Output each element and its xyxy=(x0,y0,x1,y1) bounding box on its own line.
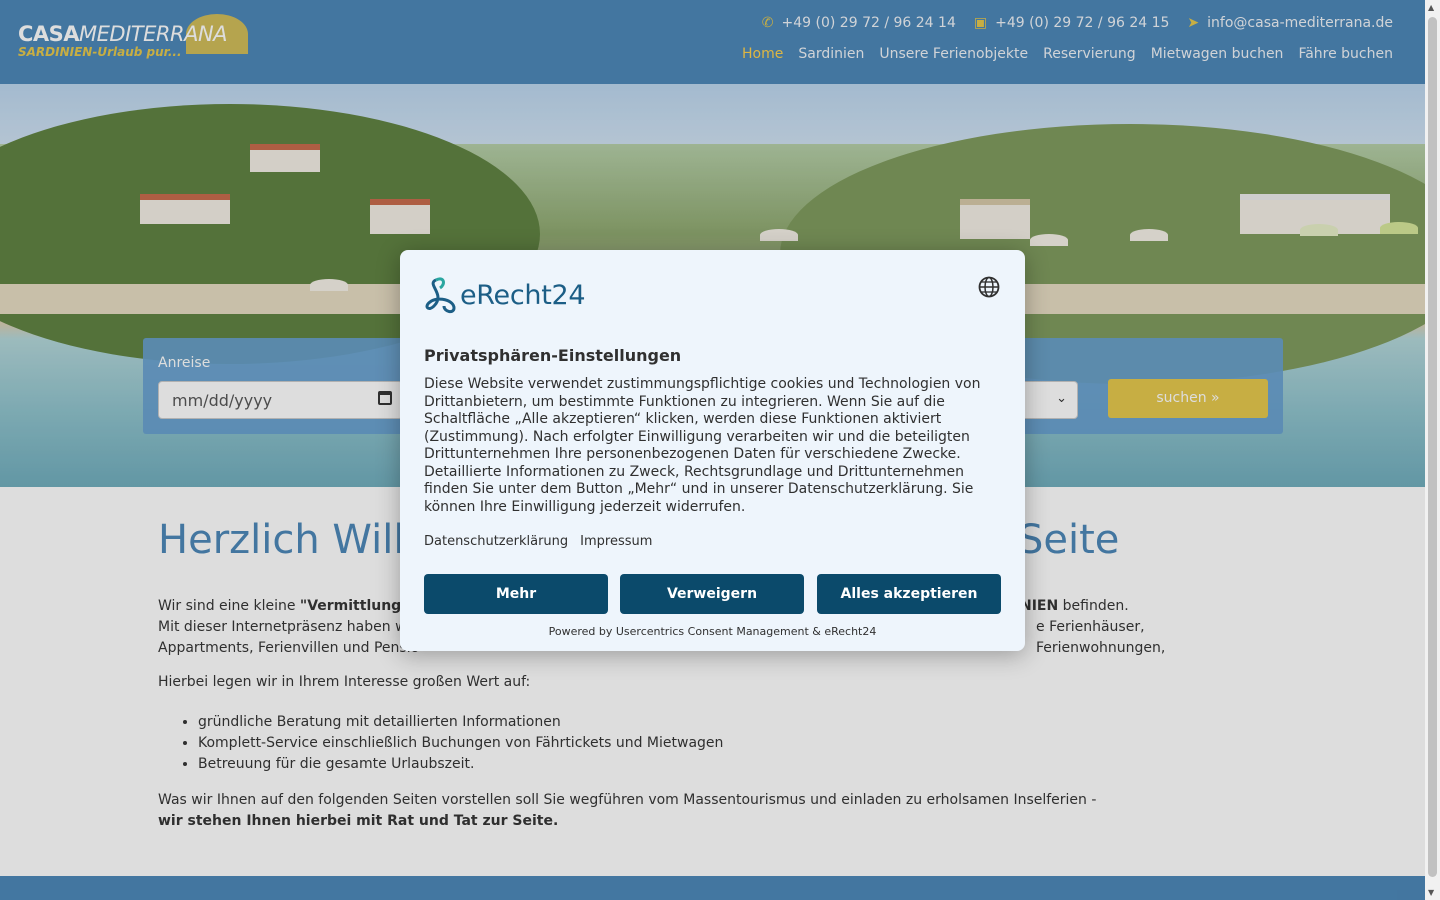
more-button[interactable]: Mehr xyxy=(424,574,608,614)
erecht24-logo: eRecht24 xyxy=(424,275,586,315)
consent-text: Diese Website verwendet zustimmungspflic… xyxy=(424,376,981,515)
erecht24-mark-icon xyxy=(425,277,456,314)
language-globe-icon[interactable] xyxy=(978,276,1000,298)
page-scrollbar[interactable]: ▲ ▼ xyxy=(1425,0,1440,900)
consent-dialog: eRecht24 Privatsphären-Einstellungen Die… xyxy=(400,250,1025,651)
deny-button[interactable]: Verweigern xyxy=(620,574,804,614)
consent-title: Privatsphären-Einstellungen xyxy=(424,346,682,365)
consent-links: Datenschutzerklärung Impressum xyxy=(424,534,652,549)
accept-all-button[interactable]: Alles akzeptieren xyxy=(817,574,1001,614)
privacy-policy-link[interactable]: Datenschutzerklärung xyxy=(424,534,568,549)
scroll-down-arrow-icon[interactable]: ▼ xyxy=(1428,888,1434,897)
scroll-up-arrow-icon[interactable]: ▲ xyxy=(1428,3,1434,12)
imprint-link[interactable]: Impressum xyxy=(580,534,652,549)
powered-by-text: Powered by Usercentrics Consent Manageme… xyxy=(548,625,877,638)
scrollbar-thumb[interactable] xyxy=(1428,17,1437,877)
